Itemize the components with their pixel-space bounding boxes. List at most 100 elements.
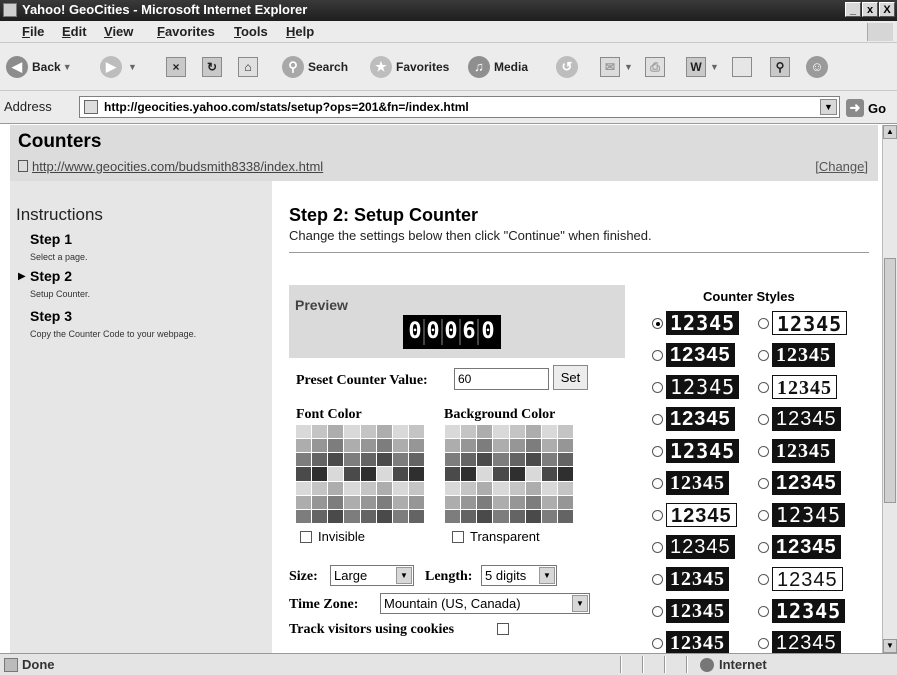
color-swatch[interactable] (408, 425, 424, 439)
color-swatch[interactable] (541, 425, 557, 439)
length-select[interactable]: 5 digits ▼ (481, 565, 557, 586)
counter-style-option[interactable]: 12345 (758, 439, 835, 463)
color-swatch[interactable] (477, 425, 493, 439)
counter-style-radio[interactable] (758, 413, 769, 425)
color-swatch[interactable] (557, 481, 573, 495)
color-swatch[interactable] (557, 453, 573, 467)
color-swatch[interactable] (344, 453, 360, 467)
counter-style-option[interactable]: 12345 (758, 535, 841, 559)
edit-button[interactable]: W ▼ (686, 53, 719, 81)
counter-style-option[interactable]: 12345 (758, 407, 841, 431)
color-swatch[interactable] (541, 439, 557, 453)
back-button[interactable]: ◀ Back ▼ (6, 53, 72, 81)
counter-style-option[interactable]: 12345 (652, 535, 735, 559)
color-swatch[interactable] (493, 425, 509, 439)
color-swatch[interactable] (312, 453, 328, 467)
mail-button[interactable]: ✉ ▼ (600, 53, 633, 81)
color-swatch[interactable] (493, 495, 509, 509)
color-swatch[interactable] (360, 439, 376, 453)
color-swatch[interactable] (477, 481, 493, 495)
color-swatch[interactable] (296, 453, 312, 467)
counter-style-radio[interactable] (652, 605, 663, 617)
color-swatch[interactable] (296, 467, 312, 481)
color-swatch[interactable] (376, 453, 392, 467)
size-select[interactable]: Large ▼ (330, 565, 414, 586)
color-swatch[interactable] (392, 439, 408, 453)
color-swatch[interactable] (493, 439, 509, 453)
change-link[interactable]: Change (819, 159, 865, 174)
history-button[interactable]: ↺ (556, 53, 582, 81)
timezone-select[interactable]: Mountain (US, Canada) ▼ (380, 593, 590, 614)
counter-style-radio[interactable] (758, 477, 769, 489)
color-swatch[interactable] (360, 467, 376, 481)
color-swatch[interactable] (541, 481, 557, 495)
color-swatch[interactable] (493, 467, 509, 481)
color-swatch[interactable] (296, 439, 312, 453)
menu-view[interactable]: View (104, 24, 133, 39)
address-input[interactable]: http://geocities.yahoo.com/stats/setup?o… (79, 96, 840, 118)
address-dropdown-button[interactable]: ▼ (820, 99, 837, 115)
counter-style-option[interactable]: 12345 (652, 343, 735, 367)
color-swatch[interactable] (312, 509, 328, 523)
vertical-scrollbar[interactable]: ▲ ▼ (882, 125, 897, 653)
counter-style-radio[interactable] (758, 605, 769, 617)
color-swatch[interactable] (296, 509, 312, 523)
color-swatch[interactable] (344, 481, 360, 495)
color-swatch[interactable] (525, 481, 541, 495)
color-swatch[interactable] (312, 439, 328, 453)
color-swatch[interactable] (461, 495, 477, 509)
counter-style-radio[interactable] (652, 573, 663, 585)
color-swatch[interactable] (477, 509, 493, 523)
counter-style-option[interactable]: 12345 (652, 311, 740, 335)
color-swatch[interactable] (493, 481, 509, 495)
color-swatch[interactable] (445, 481, 461, 495)
color-swatch[interactable] (296, 495, 312, 509)
color-swatch[interactable] (328, 425, 344, 439)
color-swatch[interactable] (392, 481, 408, 495)
color-swatch[interactable] (525, 425, 541, 439)
close-button[interactable]: X (879, 2, 895, 17)
counter-style-option[interactable]: 12345 (758, 471, 841, 495)
color-swatch[interactable] (376, 495, 392, 509)
set-button[interactable]: Set (553, 365, 588, 390)
color-swatch[interactable] (461, 481, 477, 495)
color-swatch[interactable] (445, 495, 461, 509)
color-swatch[interactable] (408, 509, 424, 523)
counter-style-radio[interactable] (758, 349, 769, 361)
counter-style-radio[interactable] (652, 317, 663, 329)
search-button[interactable]: ⚲ Search (282, 53, 348, 81)
color-swatch[interactable] (477, 495, 493, 509)
color-swatch[interactable] (541, 467, 557, 481)
counter-style-radio[interactable] (652, 637, 663, 649)
counter-style-option[interactable]: 12345 (758, 311, 848, 336)
color-swatch[interactable] (557, 439, 573, 453)
color-swatch[interactable] (376, 481, 392, 495)
counter-style-radio[interactable] (758, 637, 769, 649)
color-swatch[interactable] (392, 495, 408, 509)
color-swatch[interactable] (461, 439, 477, 453)
color-swatch[interactable] (344, 467, 360, 481)
color-swatch[interactable] (328, 453, 344, 467)
counter-style-option[interactable]: 12345 (652, 631, 729, 653)
counter-style-radio[interactable] (652, 349, 663, 361)
menu-tools[interactable]: Tools (234, 24, 268, 39)
minimize-button[interactable]: _ (845, 2, 861, 17)
color-swatch[interactable] (376, 509, 392, 523)
color-swatch[interactable] (509, 509, 525, 523)
counter-style-radio[interactable] (758, 541, 769, 553)
color-swatch[interactable] (392, 453, 408, 467)
color-swatch[interactable] (360, 509, 376, 523)
color-swatch[interactable] (445, 509, 461, 523)
font-color-palette[interactable] (296, 425, 424, 523)
color-swatch[interactable] (312, 495, 328, 509)
counter-style-radio[interactable] (652, 413, 663, 425)
color-swatch[interactable] (509, 481, 525, 495)
color-swatch[interactable] (312, 467, 328, 481)
color-swatch[interactable] (525, 495, 541, 509)
counter-style-option[interactable]: 12345 (652, 439, 740, 463)
color-swatch[interactable] (461, 453, 477, 467)
counter-style-option[interactable]: 12345 (652, 471, 729, 495)
color-swatch[interactable] (392, 509, 408, 523)
color-swatch[interactable] (557, 509, 573, 523)
color-swatch[interactable] (493, 509, 509, 523)
